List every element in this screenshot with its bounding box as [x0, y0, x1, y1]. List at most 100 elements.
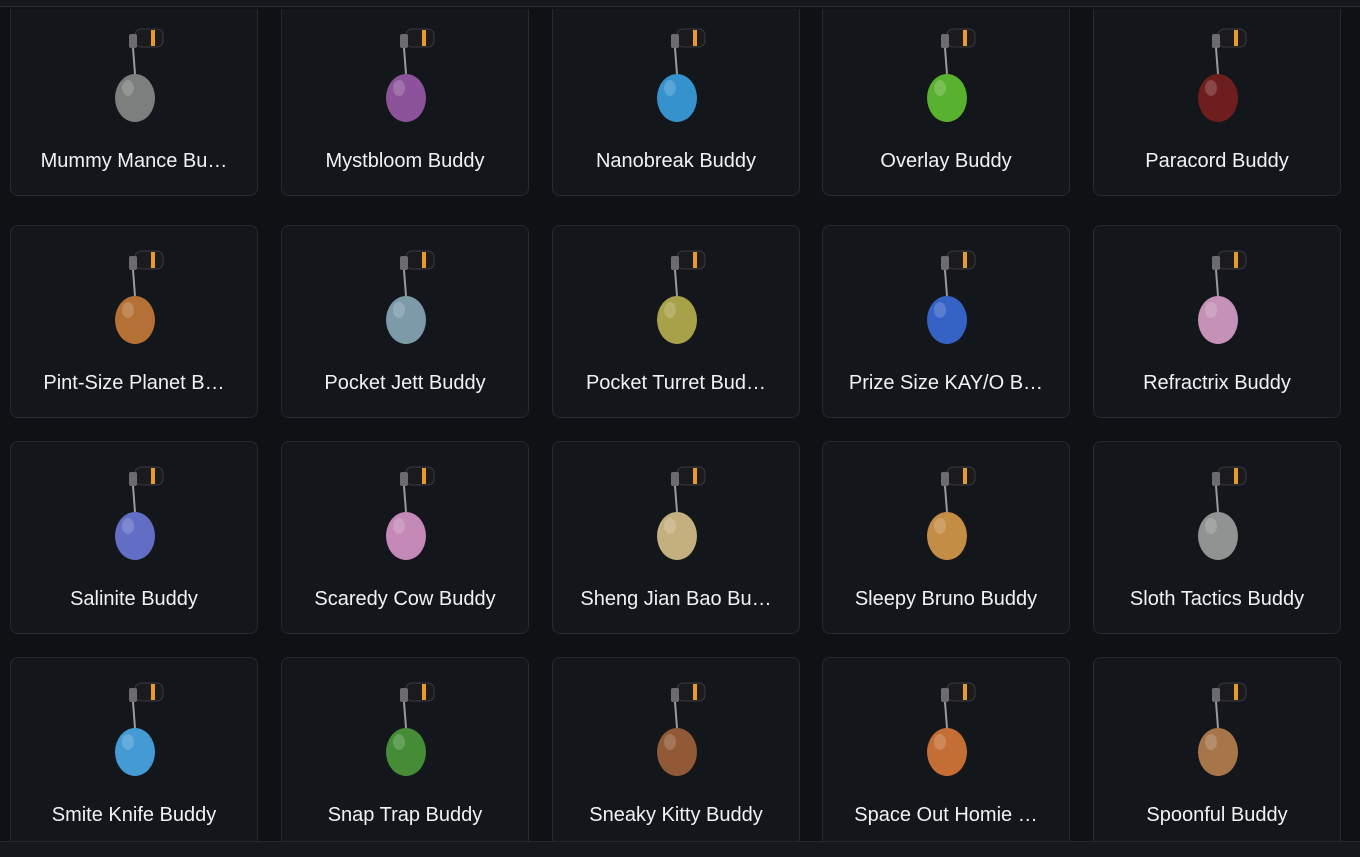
buddy-card[interactable]: Pint-Size Planet B… — [10, 225, 258, 418]
charm-hook — [129, 256, 137, 270]
buddy-charm-art — [657, 466, 706, 560]
charm-clip-ring — [1234, 684, 1238, 700]
buddy-charm-art — [927, 28, 976, 122]
charm-trinket-highlight — [1205, 518, 1217, 534]
charm-clip-ring — [693, 468, 697, 484]
buddy-card[interactable]: Sheng Jian Bao Bu… — [552, 441, 800, 634]
charm-trinket-highlight — [1205, 302, 1217, 318]
buddy-name: Scaredy Cow Buddy — [314, 588, 496, 610]
charm-clip-ring — [963, 30, 967, 46]
buddy-name: Spoonful Buddy — [1146, 804, 1288, 826]
charm-cord — [403, 485, 407, 513]
buddy-card[interactable]: Scaredy Cow Buddy — [281, 441, 529, 634]
charm-clip-ring — [151, 30, 155, 46]
charm-hook — [1212, 688, 1220, 702]
charm-hook — [400, 256, 408, 270]
buddy-charm-art — [386, 682, 435, 776]
buddy-card[interactable]: Salinite Buddy — [10, 441, 258, 634]
charm-trinket-highlight — [934, 518, 946, 534]
charm-cord — [1215, 485, 1219, 513]
charm-trinket-highlight — [122, 518, 134, 534]
charm-clip-shape — [405, 682, 435, 702]
charm-trinket — [386, 74, 426, 122]
charm-trinket-highlight — [393, 302, 405, 318]
buddy-charm-art — [657, 250, 706, 344]
charm-trinket — [927, 296, 967, 344]
buddy-card[interactable]: Pocket Jett Buddy — [281, 225, 529, 418]
buddy-charm-art — [386, 466, 435, 560]
buddy-name: Sleepy Bruno Buddy — [854, 588, 1038, 610]
charm-clip-shape — [676, 682, 706, 702]
buddy-card[interactable]: Mystbloom Buddy — [281, 9, 529, 196]
charm-clip-ring — [422, 252, 426, 268]
buddy-card[interactable]: Mummy Mance Bu… — [10, 9, 258, 196]
charm-clip-ring — [693, 252, 697, 268]
spoonful-buddy-icon — [1178, 680, 1258, 785]
buddy-card[interactable]: Prize Size KAY/O B… — [822, 225, 1070, 418]
charm-clip-ring — [1234, 252, 1238, 268]
buddy-name: Space Out Homie … — [854, 804, 1038, 826]
buddy-card[interactable]: Paracord Buddy — [1093, 9, 1341, 196]
charm-hook — [400, 688, 408, 702]
charm-hook — [671, 472, 679, 486]
charm-trinket — [115, 728, 155, 776]
buddy-charm-art — [927, 250, 976, 344]
buddy-charm-art — [115, 682, 164, 776]
buddy-card[interactable]: Sleepy Bruno Buddy — [822, 441, 1070, 634]
pocket-turret-buddy-icon — [637, 248, 717, 353]
sneaky-kitty-buddy-icon — [637, 680, 717, 785]
buddy-name: Mystbloom Buddy — [325, 150, 485, 172]
charm-hook — [129, 34, 137, 48]
charm-clip-shape — [134, 466, 164, 486]
charm-cord — [132, 269, 136, 297]
buddy-name: Salinite Buddy — [70, 588, 198, 610]
charm-clip-ring — [151, 684, 155, 700]
charm-clip-shape — [405, 250, 435, 270]
charm-hook — [671, 688, 679, 702]
charm-trinket — [386, 296, 426, 344]
charm-clip-ring — [693, 684, 697, 700]
charm-trinket-highlight — [393, 80, 405, 96]
buddy-name: Smite Knife Buddy — [51, 804, 217, 826]
buddy-card[interactable]: Space Out Homie … — [822, 657, 1070, 841]
buddy-card[interactable]: Sneaky Kitty Buddy — [552, 657, 800, 841]
charm-trinket-highlight — [934, 80, 946, 96]
charm-cord — [132, 485, 136, 513]
buddy-grid: Mummy Mance Bu… Mystbloom Buddy Nanobrea… — [10, 9, 1344, 841]
charm-clip-shape — [676, 466, 706, 486]
charm-trinket-highlight — [122, 80, 134, 96]
charm-clip-ring — [963, 684, 967, 700]
charm-cord — [674, 485, 678, 513]
charm-trinket — [386, 728, 426, 776]
buddy-card[interactable]: Pocket Turret Bud… — [552, 225, 800, 418]
buddy-card[interactable]: Sloth Tactics Buddy — [1093, 441, 1341, 634]
charm-trinket — [1198, 74, 1238, 122]
charm-clip-ring — [693, 30, 697, 46]
buddy-card[interactable]: Refractrix Buddy — [1093, 225, 1341, 418]
buddy-name: Sloth Tactics Buddy — [1129, 588, 1305, 610]
charm-trinket — [657, 296, 697, 344]
charm-clip-shape — [946, 250, 976, 270]
buddy-card[interactable]: Nanobreak Buddy — [552, 9, 800, 196]
charm-clip-ring — [151, 468, 155, 484]
charm-clip-shape — [1217, 682, 1247, 702]
space-out-homie-buddy-icon — [907, 680, 987, 785]
charm-cord — [403, 269, 407, 297]
charm-trinket-highlight — [393, 734, 405, 750]
charm-trinket — [115, 512, 155, 560]
charm-hook — [400, 34, 408, 48]
buddy-charm-art — [115, 466, 164, 560]
charm-clip-shape — [134, 682, 164, 702]
buddy-name: Sheng Jian Bao Bu… — [580, 588, 772, 610]
buddy-charm-art — [1198, 250, 1247, 344]
charm-trinket-highlight — [1205, 734, 1217, 750]
paracord-buddy-icon — [1178, 26, 1258, 131]
buddy-card[interactable]: Snap Trap Buddy — [281, 657, 529, 841]
pint-size-planet-buddy-icon — [95, 248, 175, 353]
buddy-card[interactable]: Spoonful Buddy — [1093, 657, 1341, 841]
buddy-charm-art — [386, 250, 435, 344]
scaredy-cow-buddy-icon — [366, 464, 446, 569]
buddy-card[interactable]: Overlay Buddy — [822, 9, 1070, 196]
buddy-card[interactable]: Smite Knife Buddy — [10, 657, 258, 841]
charm-clip-ring — [1234, 468, 1238, 484]
